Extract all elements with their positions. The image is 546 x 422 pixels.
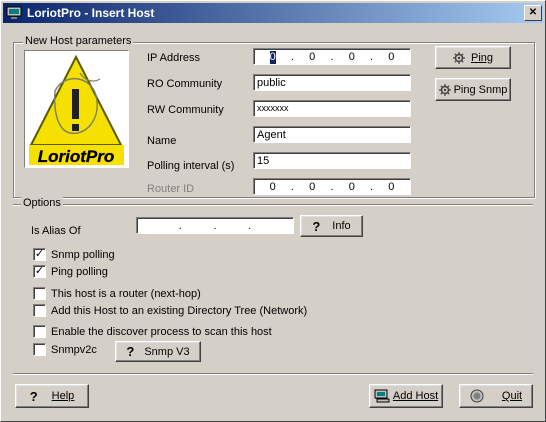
router-octet: 0 [388,181,395,193]
snmp-v3-button[interactable]: ? Snmp V3 [115,341,201,362]
close-icon: ✕ [528,7,538,18]
app-icon [6,6,22,19]
rw-community-field[interactable]: xxxxxxx [253,100,411,117]
add-tree-checkbox[interactable] [33,304,46,317]
gear-icon [452,51,465,64]
router-label: This host is a router (next-hop) [51,288,201,300]
computer-icon [374,389,390,403]
ro-community-label: RO Community [147,78,223,90]
help-button-label: Help [51,390,75,402]
ping-polling-label: Ping polling [51,266,108,278]
ip-dot: . [248,220,252,232]
name-label: Name [147,135,177,147]
alias-field[interactable]: . . . [136,217,294,234]
check-icon: ✓ [34,248,45,260]
ip-octet: 0 [388,51,395,63]
alias-label: Is Alias Of [31,225,81,237]
ip-address-field[interactable]: 0 . 0 . 0 . 0 [253,48,411,65]
add-host-button-label: Add Host [392,390,439,402]
insert-host-window: LoriotPro - Insert Host ✕ New Host param… [0,0,546,422]
ip-octet: 0 [309,51,316,63]
ip-dot: . [213,220,217,232]
discover-label: Enable the discover process to scan this… [51,326,272,338]
help-icon: ? [312,218,321,234]
help-icon: ? [126,344,135,359]
check-icon: ✓ [34,265,45,277]
ping-snmp-button[interactable]: Ping Snmp [435,78,511,101]
close-button[interactable]: ✕ [524,5,542,21]
ip-address-label: IP Address [147,52,200,64]
quit-icon [470,389,484,403]
ip-dot: . [330,51,334,63]
snmp-polling-checkbox[interactable]: ✓ [33,248,46,261]
snmp-v3-button-label: Snmp V3 [144,345,190,358]
quit-button-label: Quit [501,390,523,402]
snmp-polling-label: Snmp polling [51,249,115,261]
ping-polling-checkbox[interactable]: ✓ [33,265,46,278]
snmpv2c-checkbox[interactable] [33,343,46,356]
options-legend: Options [21,197,63,209]
add-tree-label: Add this Host to an existing Directory T… [51,305,308,317]
loriotpro-logo: LoriotPro [24,50,129,168]
ip-dot: . [290,51,294,63]
snmpv2c-label: Snmpv2c [51,344,97,356]
ip-dot: . [370,51,374,63]
window-title: LoriotPro - Insert Host [27,6,155,20]
router-octet: 0 [269,181,276,193]
ip-dot: . [178,220,182,232]
quit-button[interactable]: Quit [459,384,533,408]
router-octet: 0 [309,181,316,193]
rw-community-label: RW Community [147,104,224,116]
help-icon: ? [29,388,38,404]
ping-snmp-button-label: Ping Snmp [453,83,508,96]
info-button[interactable]: ? Info [300,215,363,237]
title-bar: LoriotPro - Insert Host ✕ [3,3,543,23]
loriotpro-logo-image: LoriotPro [29,54,124,166]
discover-checkbox[interactable] [33,325,46,338]
help-button[interactable]: ? Help [15,384,89,408]
ip-octet: 0 [348,51,355,63]
gear-icon [438,83,451,96]
info-button-label: Info [332,220,351,232]
add-host-button[interactable]: Add Host [369,384,443,408]
options-separator [13,204,533,206]
ping-button[interactable]: Ping [435,46,511,69]
polling-interval-label: Polling interval (s) [147,160,235,172]
svg-text:LoriotPro: LoriotPro [38,147,115,166]
host-params-legend: New Host parameters [23,35,134,47]
router-id-field[interactable]: 0 . 0 . 0 . 0 [253,178,411,195]
name-field[interactable]: Agent [253,126,411,143]
router-id-label: Router ID [147,183,195,195]
footer-separator [13,373,533,375]
ip-dot: . [290,181,294,193]
router-octet: 0 [348,181,355,193]
polling-interval-field[interactable]: 15 [253,152,411,169]
ping-button-label: Ping [470,51,494,64]
ip-dot: . [370,181,374,193]
ip-octet: 0 [269,51,276,64]
ip-dot: . [330,181,334,193]
ro-community-field[interactable]: public [253,74,411,91]
router-checkbox[interactable] [33,287,46,300]
